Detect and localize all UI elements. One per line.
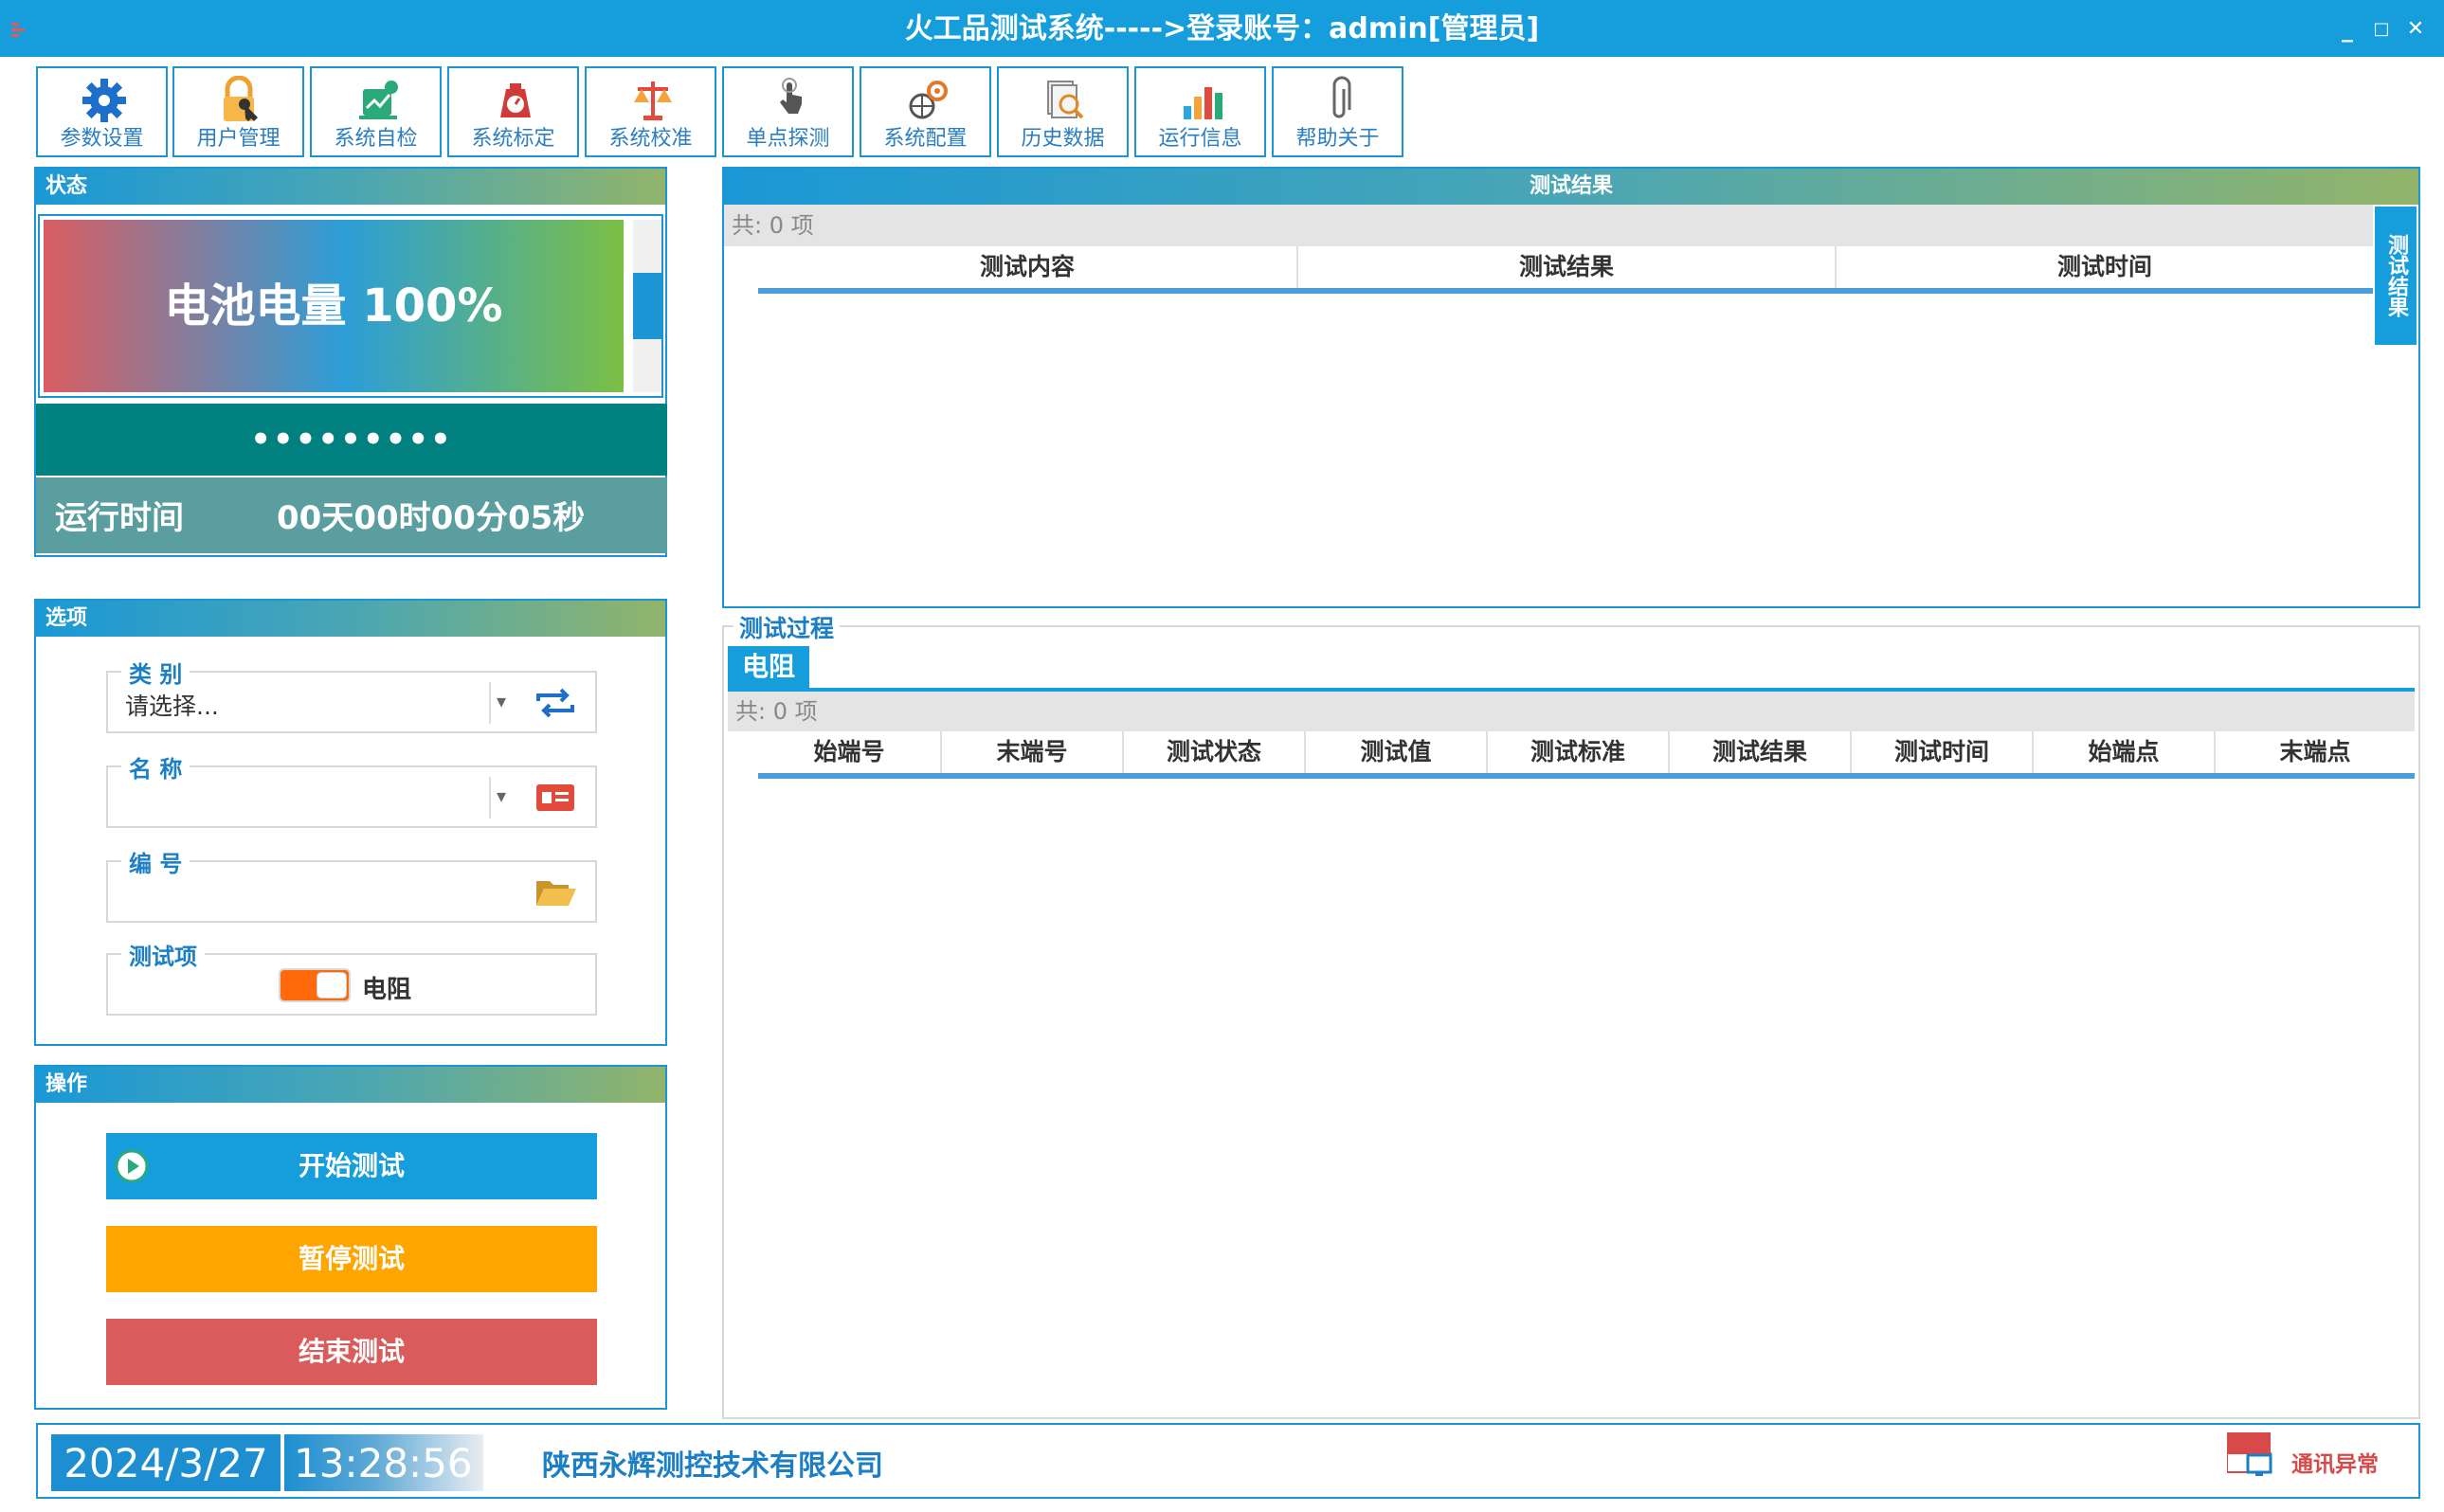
test-item-field: 测试项 电阻 — [106, 938, 597, 1016]
close-button[interactable]: ✕ — [2399, 13, 2432, 45]
toolbar-user-management-button[interactable]: 用户管理 — [172, 66, 304, 157]
process-grid-header: 始端号 末端号 测试状态 测试值 测试标准 测试结果 测试时间 始端点 末端点 — [758, 731, 2415, 779]
process-col-end-no[interactable]: 末端号 — [940, 731, 1122, 773]
toolbar-label: 参数设置 — [60, 127, 144, 151]
status-dots: ••••••••• — [36, 404, 667, 476]
number-input[interactable] — [125, 877, 466, 906]
process-panel-title: 测试过程 — [733, 610, 841, 644]
tab-resistance[interactable]: 电阻 — [728, 646, 809, 688]
battery-scrollbar-thumb[interactable] — [633, 273, 661, 339]
number-label: 编 号 — [121, 845, 190, 878]
process-col-result[interactable]: 测试结果 — [1668, 731, 1850, 773]
battery-indicator: 电池电量 100% — [38, 214, 663, 398]
results-col-time[interactable]: 测试时间 — [1835, 246, 2373, 288]
number-field: 编 号 — [106, 845, 597, 923]
battery-text: 电池电量 100% — [164, 279, 503, 333]
divider — [489, 682, 491, 724]
toggle-knob — [317, 972, 347, 999]
toolbar-label: 运行信息 — [1158, 127, 1242, 151]
status-bar: 2024/3/27 13:28:56 陕西永辉测控技术有限公司 通讯异常 — [36, 1423, 2420, 1499]
pause-test-button[interactable]: 暂停测试 — [106, 1226, 597, 1292]
window-title: 火工品测试系统----->登录账号：admin[管理员] — [904, 12, 1540, 45]
test-item-label: 测试项 — [121, 938, 205, 971]
start-test-button[interactable]: 开始测试 — [106, 1133, 597, 1199]
folder-open-icon[interactable] — [533, 875, 578, 909]
toolbar-label: 历史数据 — [1021, 127, 1105, 151]
category-select[interactable]: 请选择... — [125, 688, 219, 722]
toolbar-self-check-button[interactable]: 系统自检 — [310, 66, 442, 157]
minimize-button[interactable]: _ — [2331, 13, 2363, 45]
chevron-down-icon[interactable]: ▾ — [497, 690, 506, 712]
id-card-icon[interactable] — [533, 781, 578, 815]
status-panel-title: 状态 — [36, 169, 665, 205]
maximize-button[interactable]: □ — [2365, 13, 2398, 45]
toolbar-adjust-button[interactable]: 系统校准 — [585, 66, 716, 157]
self-check-icon — [359, 81, 398, 119]
toolbar-single-probe-button[interactable]: 单点探测 — [722, 66, 854, 157]
test-item-toggle[interactable] — [279, 968, 351, 1002]
runtime-bar: 运行时间 00天00时00分05秒 — [36, 477, 667, 553]
process-col-time[interactable]: 测试时间 — [1850, 731, 2032, 773]
operation-panel-title: 操作 — [36, 1067, 665, 1103]
paperclip-icon — [1332, 76, 1351, 118]
toolbar-label: 系统标定 — [471, 127, 555, 151]
results-panel-title: 测试结果 — [724, 169, 2418, 205]
battery-fill: 电池电量 100% — [44, 220, 624, 392]
results-col-content[interactable]: 测试内容 — [758, 246, 1296, 288]
toolbar-label: 单点探测 — [746, 127, 830, 151]
chevron-down-icon[interactable]: ▾ — [497, 784, 506, 807]
toolbar-help-button[interactable]: 帮助关于 — [1272, 66, 1403, 157]
toolbar-label: 系统配置 — [883, 127, 968, 151]
test-item-toggle-label: 电阻 — [362, 976, 412, 1004]
runtime-value: 00天00时00分05秒 — [277, 499, 586, 537]
toolbar-label: 帮助关于 — [1295, 127, 1380, 151]
pointer-icon — [780, 78, 802, 114]
category-label: 类 别 — [121, 656, 190, 689]
process-col-start-no[interactable]: 始端号 — [758, 731, 940, 773]
balance-icon — [634, 81, 672, 120]
company-name: 陕西永辉测控技术有限公司 — [542, 1449, 883, 1483]
status-time: 13:28:56 — [284, 1434, 483, 1491]
title-bar: 火工品测试系统----->登录账号：admin[管理员] _ □ ✕ — [0, 0, 2444, 57]
start-test-label: 开始测试 — [298, 1150, 405, 1181]
results-grid-header: 测试内容 测试结果 测试时间 — [758, 246, 2373, 294]
process-col-standard[interactable]: 测试标准 — [1486, 731, 1668, 773]
communication-status: 通讯异常 — [2291, 1452, 2379, 1477]
results-col-result[interactable]: 测试结果 — [1296, 246, 1835, 288]
refresh-icon[interactable] — [533, 686, 578, 720]
history-search-icon — [1047, 81, 1084, 119]
gear-icon — [82, 79, 126, 122]
category-field: 类 别 请选择... ▾ — [106, 656, 597, 733]
stop-test-button[interactable]: 结束测试 — [106, 1319, 597, 1385]
toolbar-param-settings-button[interactable]: 参数设置 — [36, 66, 168, 157]
name-label: 名 称 — [121, 750, 190, 783]
toolbar-history-button[interactable]: 历史数据 — [997, 66, 1129, 157]
play-icon — [115, 1149, 149, 1183]
results-side-tab[interactable]: 测试结果 — [2375, 207, 2417, 345]
config-icon — [909, 81, 948, 119]
user-lock-icon — [224, 76, 258, 121]
process-col-start-point[interactable]: 始端点 — [2032, 731, 2214, 773]
runtime-label: 运行时间 — [55, 499, 184, 537]
options-panel-title: 选项 — [36, 601, 665, 637]
results-count: 共: 0 项 — [724, 205, 2373, 246]
process-col-value[interactable]: 测试值 — [1304, 731, 1486, 773]
status-date: 2024/3/27 — [51, 1434, 281, 1491]
toolbar-label: 用户管理 — [196, 127, 281, 151]
name-field: 名 称 ▾ — [106, 750, 597, 828]
communication-error-icon — [2227, 1432, 2272, 1476]
toolbar-calibration-button[interactable]: 系统标定 — [447, 66, 579, 157]
process-count: 共: 0 项 — [728, 692, 2415, 731]
toolbar-system-config-button[interactable]: 系统配置 — [860, 66, 991, 157]
toolbar-label: 系统校准 — [608, 127, 693, 151]
divider — [489, 777, 491, 819]
toolbar-run-info-button[interactable]: 运行信息 — [1134, 66, 1266, 157]
toolbar-label: 系统自检 — [334, 127, 418, 151]
bar-chart-icon — [1184, 87, 1222, 119]
process-col-status[interactable]: 测试状态 — [1122, 731, 1304, 773]
scale-icon — [500, 83, 531, 117]
process-col-end-point[interactable]: 末端点 — [2214, 731, 2415, 773]
